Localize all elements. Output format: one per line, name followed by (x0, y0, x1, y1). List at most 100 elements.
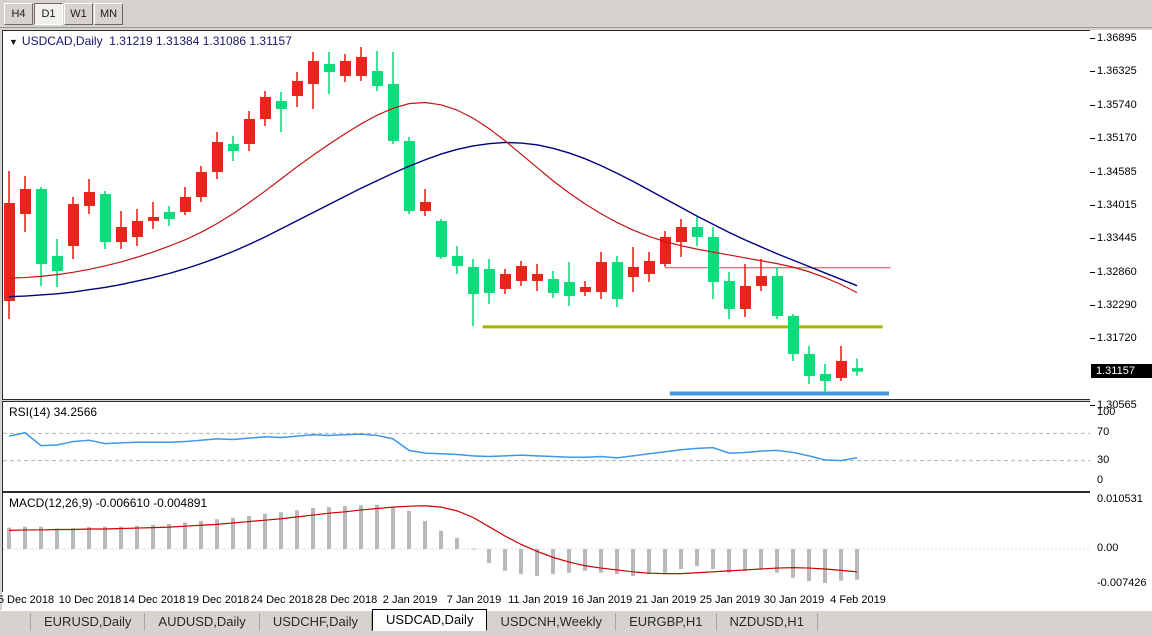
candle-body (820, 374, 831, 381)
candle-body (692, 227, 703, 237)
candle-body (564, 282, 575, 296)
price-axis-tick: 1.35170 (1097, 132, 1137, 144)
candle-body (452, 256, 463, 266)
candle-body (532, 274, 543, 281)
macd-histogram-bar (759, 549, 763, 569)
candle-body (260, 97, 271, 119)
price-axis-tick-mark (1090, 172, 1095, 173)
macd-histogram-bar (791, 549, 795, 578)
price-axis-tick: 1.34585 (1097, 166, 1137, 178)
candle-body (196, 172, 207, 197)
macd-histogram-bar (279, 512, 283, 549)
candle-body (468, 267, 479, 294)
time-axis-tick: 24 Dec 2018 (251, 594, 313, 606)
candle-body (596, 262, 607, 292)
price-axis-tick-mark (1090, 238, 1095, 239)
candle-body (180, 197, 191, 212)
macd-indicator-pane[interactable]: MACD(12,26,9) -0.006610 -0.004891 (2, 492, 1092, 594)
candle-body (404, 141, 415, 211)
rsi-axis-tick: 100 (1097, 406, 1115, 418)
candle-body (116, 227, 127, 242)
macd-label: MACD(12,26,9) -0.006610 -0.004891 (9, 496, 207, 510)
candle-body (356, 57, 367, 76)
time-axis-tick: 11 Jan 2019 (508, 594, 568, 606)
timeframe-button-d1[interactable]: D1 (34, 3, 63, 25)
rsi-line (9, 433, 857, 461)
candle-body (436, 221, 447, 257)
macd-histogram-bar (311, 508, 315, 549)
chart-tab-nzdusd[interactable]: NZDUSD,H1 (717, 613, 818, 631)
chart-title: ▼USDCAD,Daily 1.31219 1.31384 1.31086 1.… (9, 34, 292, 48)
price-axis-tick-mark (1090, 338, 1095, 339)
time-axis-tick: 10 Dec 2018 (59, 594, 121, 606)
timeframe-button-w1[interactable]: W1 (64, 3, 93, 25)
time-axis-tick: 5 Dec 2018 (0, 594, 54, 606)
time-axis[interactable]: 5 Dec 201810 Dec 201814 Dec 201819 Dec 2… (2, 592, 1150, 610)
candle-body (52, 256, 63, 271)
macd-histogram-bar (503, 549, 507, 571)
candle-body (36, 189, 47, 264)
timeframe-button-mn[interactable]: MN (94, 3, 123, 25)
candle-body (740, 286, 751, 309)
macd-histogram-bar (119, 527, 123, 549)
status-strip (0, 631, 1152, 636)
chart-title-ohlc: 1.31219 1.31384 1.31086 1.31157 (109, 34, 292, 48)
candle-body (4, 203, 15, 301)
candle-body (628, 267, 639, 277)
chart-tab-audusd[interactable]: AUDUSD,Daily (145, 613, 259, 631)
candle-body (772, 276, 783, 316)
macd-histogram-bar (103, 527, 107, 549)
symbol-dropdown-icon[interactable]: ▼ (9, 37, 18, 47)
macd-histogram-bar (743, 549, 747, 571)
time-axis-tick: 2 Jan 2019 (383, 594, 437, 606)
candle-body (788, 316, 799, 354)
macd-histogram-bar (407, 511, 411, 549)
timeframe-button-h4[interactable]: H4 (4, 3, 33, 25)
candle-body (20, 189, 31, 214)
candle-body (212, 142, 223, 172)
candle-body (804, 354, 815, 376)
macd-histogram-bar (391, 508, 395, 549)
price-chart-pane[interactable]: ▼USDCAD,Daily 1.31219 1.31384 1.31086 1.… (2, 30, 1092, 400)
macd-histogram-bar (647, 549, 651, 574)
candle-body (372, 71, 383, 86)
candle-body (836, 361, 847, 378)
price-axis[interactable]: 1.368951.363251.357401.351701.345851.340… (1090, 30, 1152, 610)
chart-tab-usdchf[interactable]: USDCHF,Daily (260, 613, 372, 631)
macd-histogram-bar (711, 549, 715, 569)
candle-body (148, 217, 159, 221)
macd-histogram-bar (423, 521, 427, 549)
price-axis-tick-mark (1090, 105, 1095, 106)
candle-body (308, 61, 319, 84)
macd-histogram-bar (471, 549, 475, 550)
macd-histogram-bar (359, 505, 363, 549)
price-axis-tick-mark (1090, 71, 1095, 72)
candles (4, 47, 863, 393)
macd-histogram-bar (839, 549, 843, 581)
chart-tab-eurgbp[interactable]: EURGBP,H1 (616, 613, 716, 631)
macd-histogram-bar (855, 549, 859, 580)
macd-histogram-bar (679, 549, 683, 569)
macd-histogram-bar (343, 506, 347, 549)
macd-axis-tick: 0.00 (1097, 542, 1118, 554)
macd-histogram-bar (71, 528, 75, 549)
price-axis-tick-mark (1090, 405, 1095, 406)
chart-tabs-bar: EURUSD,DailyAUDUSD,DailyUSDCHF,DailyUSDC… (0, 610, 1152, 631)
candle-body (324, 64, 335, 72)
current-price-badge: 1.31157 (1091, 364, 1152, 378)
rsi-indicator-pane[interactable]: RSI(14) 34.2566 (2, 401, 1092, 492)
macd-histogram-bar (695, 549, 699, 566)
macd-histogram-bar (663, 549, 667, 573)
chart-tab-usdcnh[interactable]: USDCNH,Weekly (487, 613, 616, 631)
candle-body (724, 281, 735, 309)
rsi-canvas[interactable] (3, 402, 1091, 491)
macd-histogram-bar (135, 526, 139, 549)
candle-body (676, 227, 687, 242)
chart-tab-usdcad[interactable]: USDCAD,Daily (372, 609, 487, 631)
candle-body (708, 237, 719, 282)
price-axis-tick: 1.36325 (1097, 65, 1137, 77)
price-chart-canvas[interactable] (3, 31, 1091, 399)
fast-moving-average-line (9, 102, 857, 292)
price-axis-tick: 1.32290 (1097, 299, 1137, 311)
chart-tab-eurusd[interactable]: EURUSD,Daily (30, 613, 145, 631)
